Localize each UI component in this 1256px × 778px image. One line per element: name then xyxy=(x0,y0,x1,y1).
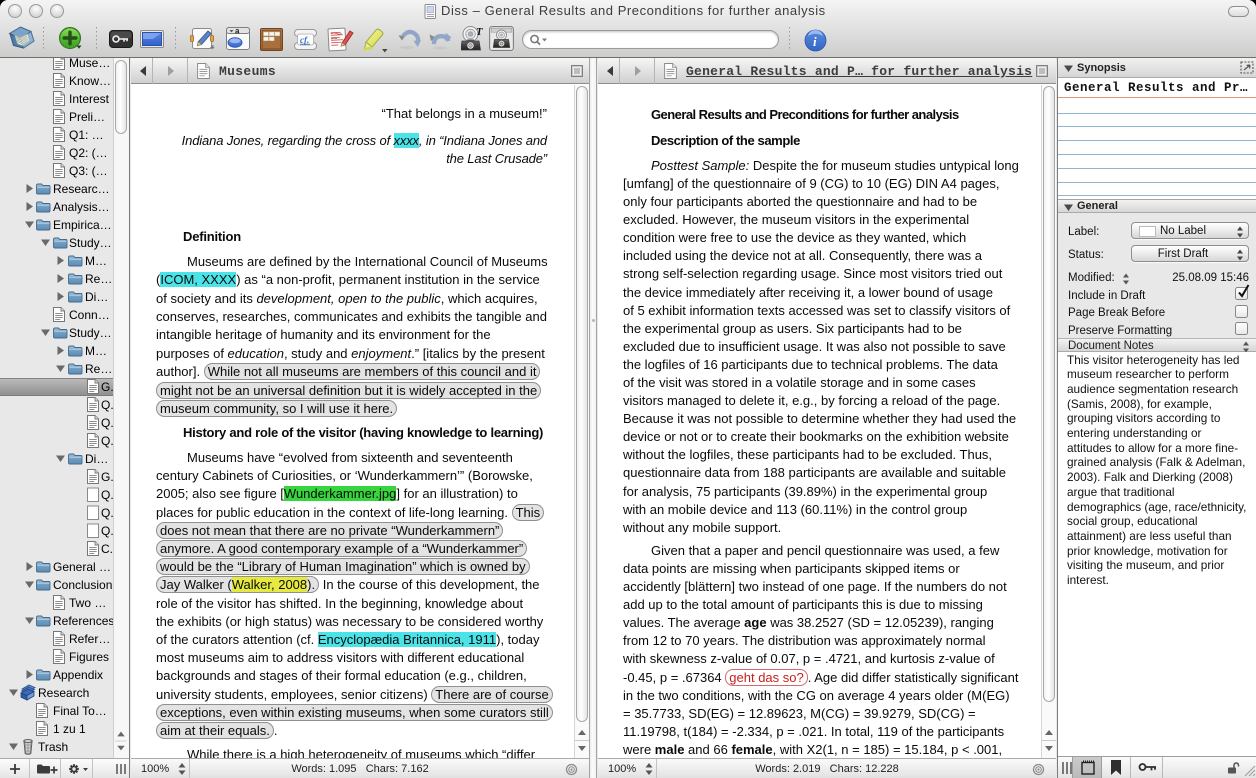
svg-text:a: a xyxy=(235,27,240,36)
svg-text:i: i xyxy=(813,34,817,49)
svg-text:cf.: cf. xyxy=(300,35,309,45)
svg-text:T: T xyxy=(476,27,483,38)
